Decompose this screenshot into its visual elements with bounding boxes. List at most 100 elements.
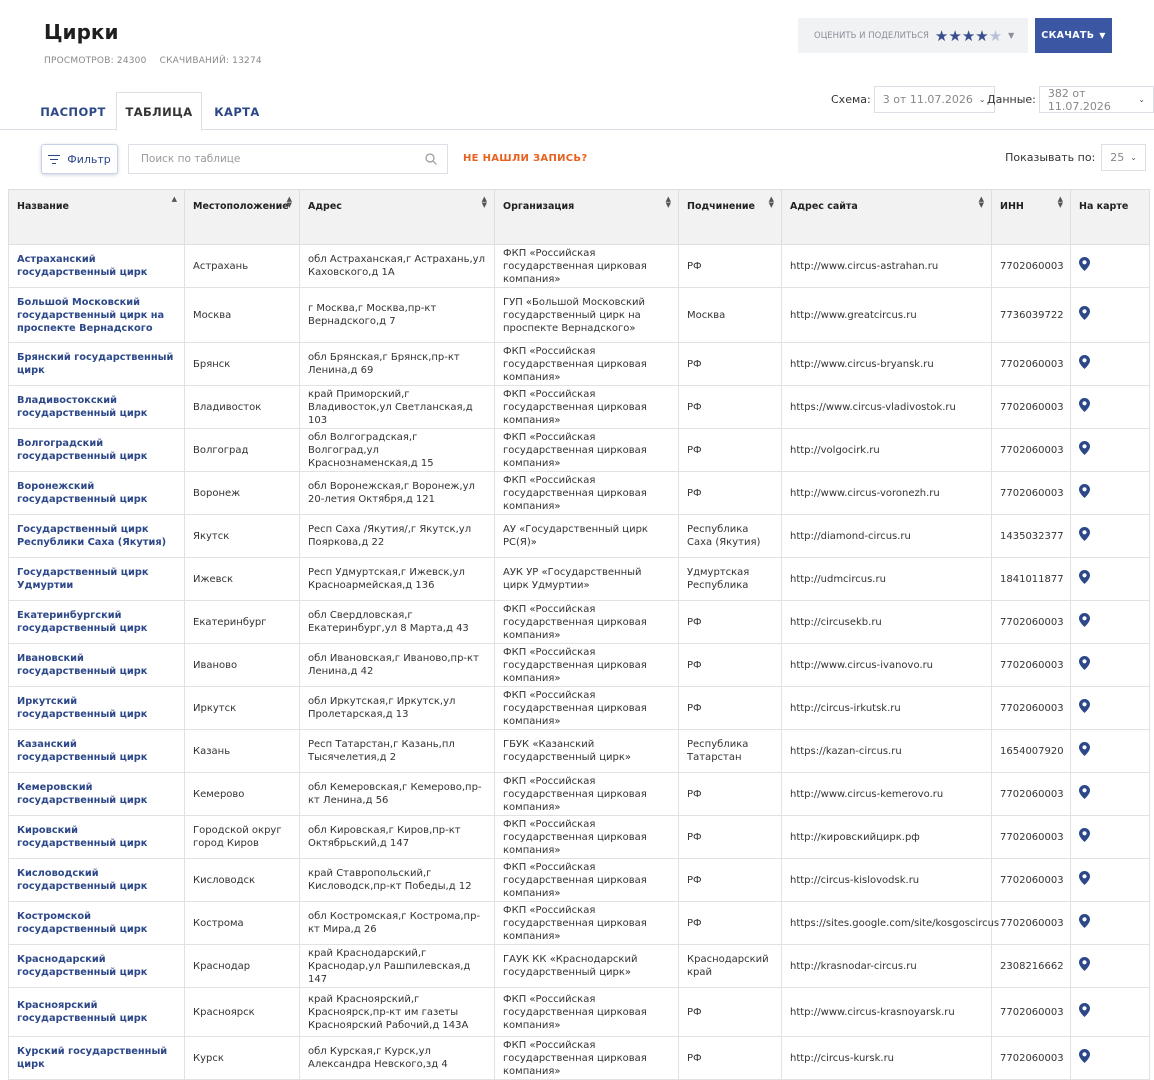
map-pin-icon[interactable] bbox=[1079, 398, 1090, 412]
per-page-select[interactable]: 25 ⌄ bbox=[1101, 144, 1146, 171]
map-pin-icon[interactable] bbox=[1079, 914, 1090, 928]
map-pin-icon[interactable] bbox=[1079, 1003, 1090, 1017]
table-row[interactable]: Курский государственный цирк Курск обл Кур… bbox=[8, 1036, 1150, 1080]
table-row[interactable]: Кисловодский государственный цирк Кислово… bbox=[8, 858, 1150, 902]
star-icon[interactable]: ★ bbox=[948, 27, 961, 45]
map-pin-icon[interactable] bbox=[1079, 355, 1090, 369]
star-icon[interactable]: ★ bbox=[975, 27, 988, 45]
search-input[interactable] bbox=[129, 145, 409, 173]
table-row[interactable]: Кировский государственный цирк Городской … bbox=[8, 815, 1150, 859]
table-row[interactable]: Астраханский государственный цирк Астраха… bbox=[8, 244, 1150, 288]
tab-table[interactable]: ТАБЛИЦА bbox=[116, 92, 202, 131]
column-header-organization[interactable]: Организация ▲ ▼ bbox=[494, 189, 679, 245]
table-row[interactable]: Ивановский государственный цирк Иваново об… bbox=[8, 643, 1150, 687]
column-header-name[interactable]: Название ▲ bbox=[8, 189, 185, 245]
cell-name[interactable]: Краснодарский государственный цирк bbox=[8, 944, 185, 988]
cell-organization: ФКП «Российская государственная цирковая… bbox=[494, 901, 679, 945]
cell-organization: ФКП «Российская государственная цирковая… bbox=[494, 428, 679, 472]
cell-name[interactable]: Иркутский государственный цирк bbox=[8, 686, 185, 730]
table-row[interactable]: Владивостокский государственный цирк Влад… bbox=[8, 385, 1150, 429]
star-icon[interactable]: ★ bbox=[989, 27, 1002, 45]
map-pin-icon[interactable] bbox=[1079, 1049, 1090, 1063]
search-icon[interactable] bbox=[425, 153, 437, 165]
cell-name[interactable]: Красноярский государственный цирк bbox=[8, 987, 185, 1037]
cell-name[interactable]: Казанский государственный цирк bbox=[8, 729, 185, 773]
map-pin-icon[interactable] bbox=[1079, 613, 1090, 627]
cell-name[interactable]: Брянский государственный цирк bbox=[8, 342, 185, 386]
sort-icon: ▲ ▼ bbox=[665, 195, 671, 209]
table-row[interactable]: Государственный цирк Удмуртии Ижевск Респ … bbox=[8, 557, 1150, 601]
column-header-subordination[interactable]: Подчинение ▲ ▼ bbox=[678, 189, 782, 245]
tab-map[interactable]: КАРТА bbox=[202, 92, 272, 131]
cell-name[interactable]: Большой Московский государственный цирк … bbox=[8, 287, 185, 343]
table-row[interactable]: Краснодарский государственный цирк Красно… bbox=[8, 944, 1150, 988]
table-row[interactable]: Кемеровский государственный цирк Кемерово… bbox=[8, 772, 1150, 816]
map-pin-icon[interactable] bbox=[1079, 871, 1090, 885]
column-header-location[interactable]: Местоположение ▲ ▼ bbox=[184, 189, 300, 245]
map-pin-icon[interactable] bbox=[1079, 257, 1090, 271]
star-icon[interactable]: ★ bbox=[935, 27, 948, 45]
cell-address: обл Кемеровская,г Кемерово,пр-кт Ленина,… bbox=[299, 772, 495, 816]
table-row[interactable]: Волгоградский государственный цирк Волгог… bbox=[8, 428, 1150, 472]
cell-map bbox=[1070, 471, 1150, 515]
cell-name[interactable]: Кировский государственный цирк bbox=[8, 815, 185, 859]
not-found-link[interactable]: НЕ НАШЛИ ЗАПИСЬ? bbox=[463, 153, 587, 164]
schema-label: Схема: bbox=[831, 93, 871, 106]
chevron-down-icon: ⌄ bbox=[1130, 153, 1137, 162]
map-pin-icon[interactable] bbox=[1079, 441, 1090, 455]
cell-name[interactable]: Екатеринбургский государственный цирк bbox=[8, 600, 185, 644]
map-pin-icon[interactable] bbox=[1079, 570, 1090, 584]
map-pin-icon[interactable] bbox=[1079, 306, 1090, 320]
data-version-select[interactable]: 382 от 11.07.2026 ⌄ bbox=[1038, 86, 1154, 113]
map-pin-icon[interactable] bbox=[1079, 742, 1090, 756]
cell-name[interactable]: Кисловодский государственный цирк bbox=[8, 858, 185, 902]
cell-subordination: Удмуртская Республика bbox=[678, 557, 782, 601]
cell-website: http://circusekb.ru bbox=[781, 600, 992, 644]
table-row[interactable]: Костромской государственный цирк Кострома… bbox=[8, 901, 1150, 945]
rating-stars[interactable]: ★★★★★ bbox=[935, 27, 1002, 45]
cell-name[interactable]: Воронежский государственный цирк bbox=[8, 471, 185, 515]
cell-address: Респ Удмуртская,г Ижевск,ул Красноармейс… bbox=[299, 557, 495, 601]
rate-share-button[interactable]: ОЦЕНИТЬ И ПОДЕЛИТЬСЯ ★★★★★ ▼ bbox=[798, 18, 1028, 53]
cell-name[interactable]: Кемеровский государственный цирк bbox=[8, 772, 185, 816]
column-header-address[interactable]: Адрес ▲ ▼ bbox=[299, 189, 495, 245]
column-header-inn[interactable]: ИНН ▲ ▼ bbox=[991, 189, 1071, 245]
cell-name[interactable]: Ивановский государственный цирк bbox=[8, 643, 185, 687]
cell-name[interactable]: Курский государственный цирк bbox=[8, 1036, 185, 1080]
map-pin-icon[interactable] bbox=[1079, 656, 1090, 670]
cell-website: http://circus-irkutsk.ru bbox=[781, 686, 992, 730]
table-row[interactable]: Екатеринбургский государственный цирк Ека… bbox=[8, 600, 1150, 644]
map-pin-icon[interactable] bbox=[1079, 527, 1090, 541]
column-header-website[interactable]: Адрес сайта ▲ ▼ bbox=[781, 189, 992, 245]
table-row[interactable]: Иркутский государственный цирк Иркутск обл… bbox=[8, 686, 1150, 730]
map-pin-icon[interactable] bbox=[1079, 484, 1090, 498]
cell-subordination: РФ bbox=[678, 772, 782, 816]
cell-website: http://krasnodar-circus.ru bbox=[781, 944, 992, 988]
map-pin-icon[interactable] bbox=[1079, 785, 1090, 799]
table-row[interactable]: Государственный цирк Республики Саха (Як… bbox=[8, 514, 1150, 558]
tab-passport[interactable]: ПАСПОРТ bbox=[30, 92, 116, 131]
table-row[interactable]: Красноярский государственный цирк Красноя… bbox=[8, 987, 1150, 1037]
cell-subordination: РФ bbox=[678, 686, 782, 730]
star-icon[interactable]: ★ bbox=[962, 27, 975, 45]
table-row[interactable]: Брянский государственный цирк Брянск обл Б… bbox=[8, 342, 1150, 386]
cell-subordination: РФ bbox=[678, 342, 782, 386]
filter-button[interactable]: Фильтр bbox=[41, 144, 118, 174]
table-row[interactable]: Большой Московский государственный цирк … bbox=[8, 287, 1150, 343]
cell-name[interactable]: Государственный цирк Республики Саха (Як… bbox=[8, 514, 185, 558]
map-pin-icon[interactable] bbox=[1079, 828, 1090, 842]
map-pin-icon[interactable] bbox=[1079, 699, 1090, 713]
table-row[interactable]: Казанский государственный цирк Казань Респ… bbox=[8, 729, 1150, 773]
download-button[interactable]: СКАЧАТЬ ▼ bbox=[1035, 18, 1112, 53]
page-title: Цирки bbox=[44, 20, 119, 44]
map-pin-icon[interactable] bbox=[1079, 957, 1090, 971]
table-row[interactable]: Воронежский государственный цирк Воронеж о… bbox=[8, 471, 1150, 515]
cell-inn: 7702060003 bbox=[991, 471, 1071, 515]
cell-name[interactable]: Астраханский государственный цирк bbox=[8, 244, 185, 288]
data-table: Название ▲ Местоположение ▲ ▼ Адрес ▲ ▼ Орган… bbox=[8, 189, 1150, 1080]
cell-name[interactable]: Государственный цирк Удмуртии bbox=[8, 557, 185, 601]
cell-name[interactable]: Костромской государственный цирк bbox=[8, 901, 185, 945]
schema-select[interactable]: 3 от 11.07.2026 ⌄ bbox=[873, 86, 995, 113]
cell-name[interactable]: Владивостокский государственный цирк bbox=[8, 385, 185, 429]
cell-name[interactable]: Волгоградский государственный цирк bbox=[8, 428, 185, 472]
